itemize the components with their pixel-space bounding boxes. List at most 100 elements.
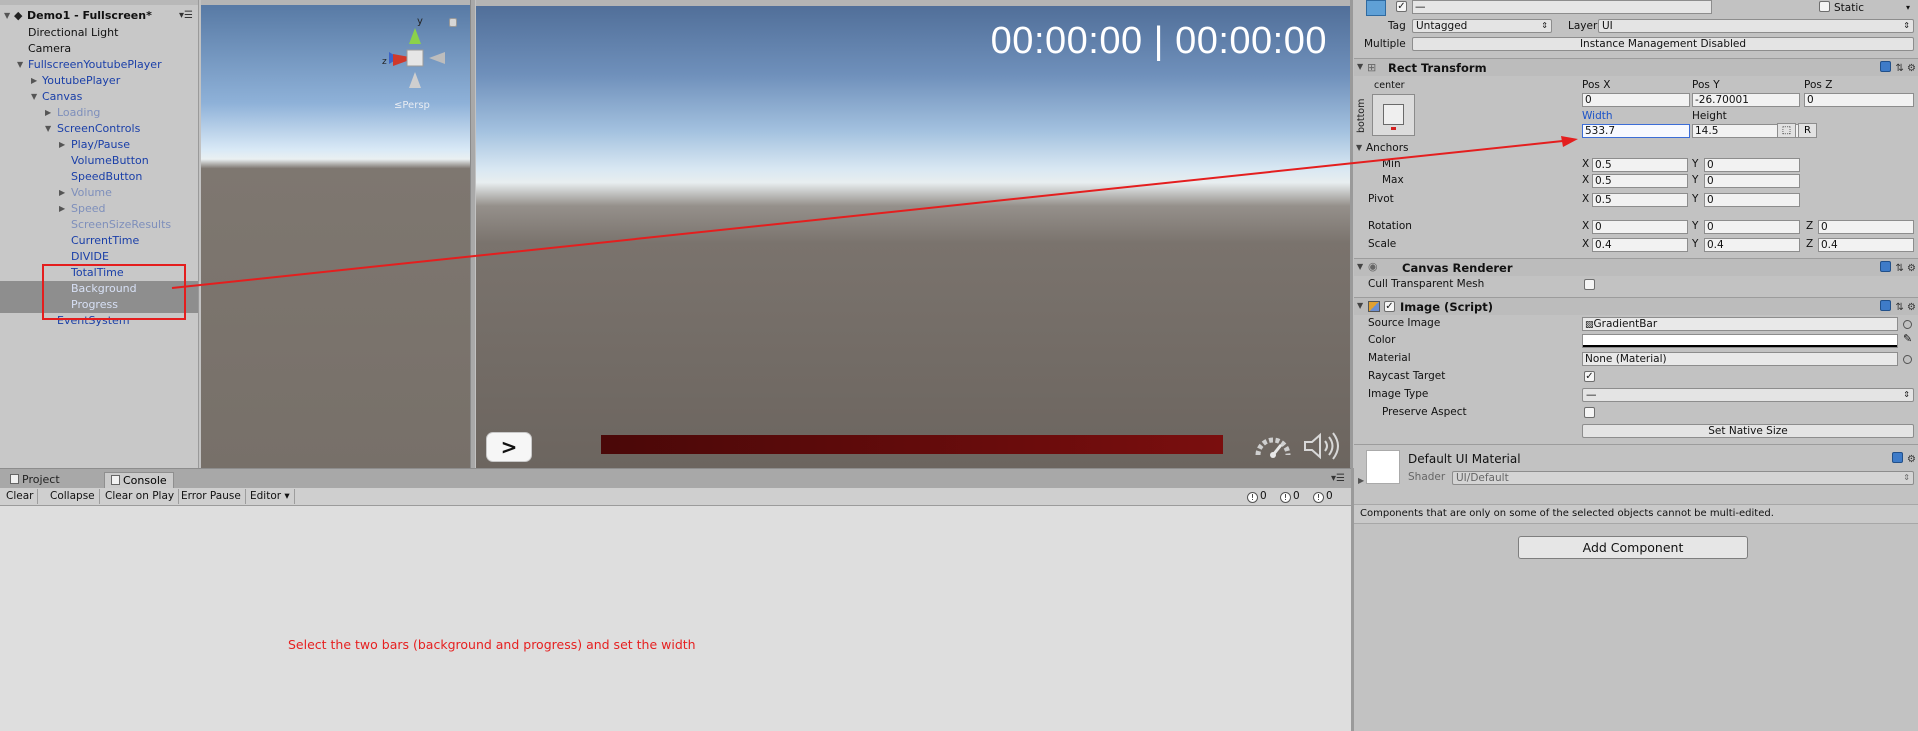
anchor-max-y-field[interactable]: 0 <box>1704 174 1800 188</box>
object-picker-icon[interactable] <box>1903 355 1912 364</box>
volume-icon[interactable] <box>1302 431 1342 461</box>
blueprint-mode-button[interactable]: ⬚ <box>1777 123 1796 138</box>
hierarchy-item[interactable]: ▶ Loading <box>0 105 198 121</box>
scene-view[interactable]: y z ≤Persp <box>201 0 471 468</box>
color-field[interactable] <box>1582 334 1898 348</box>
scale-z-field[interactable]: 0.4 <box>1818 238 1914 252</box>
collapse-button[interactable]: Collapse <box>46 489 100 504</box>
anchor-max-x-field[interactable]: 0.5 <box>1592 174 1688 188</box>
static-dropdown-icon[interactable]: ▾ <box>1906 0 1910 15</box>
pos-y-field[interactable]: -26.70001 <box>1692 93 1800 107</box>
hierarchy-item-selected[interactable]: Progress <box>0 297 198 313</box>
rect-transform-header[interactable]: ▼ ⊞ Rect Transform ⇅ ⚙ <box>1354 58 1918 76</box>
add-component-button[interactable]: Add Component <box>1518 536 1748 559</box>
hierarchy-item[interactable]: ▶ Speed <box>0 201 198 217</box>
set-native-size-button[interactable]: Set Native Size <box>1582 424 1914 438</box>
warning-count[interactable]: ! 0 <box>1280 489 1300 504</box>
scale-x-field[interactable]: 0.4 <box>1592 238 1688 252</box>
help-book-icon[interactable] <box>1880 261 1892 272</box>
scene-row[interactable]: ▼ ◆ Demo1 - Fullscreen* ▾☰ <box>0 8 198 24</box>
material-field[interactable]: None (Material) <box>1582 352 1898 366</box>
error-pause-button[interactable]: Error Pause <box>177 489 246 504</box>
hierarchy-item[interactable]: Directional Light <box>0 25 198 41</box>
rotation-y-field[interactable]: 0 <box>1704 220 1800 234</box>
clear-button[interactable]: Clear <box>2 489 39 504</box>
hierarchy-item[interactable]: Camera <box>0 41 198 57</box>
menu-icon[interactable]: ▾☰ <box>179 8 193 24</box>
orientation-gizmo-icon[interactable]: y z <box>379 14 451 94</box>
expand-triangle-icon[interactable]: ▼ <box>31 89 37 105</box>
component-header-icons[interactable]: ⇅ ⚙ <box>1880 61 1916 74</box>
hierarchy-item[interactable]: ▼ ScreenControls <box>0 121 198 137</box>
image-enabled-checkbox[interactable]: ✓ <box>1384 301 1395 312</box>
hierarchy-item[interactable]: DIVIDE <box>0 249 198 265</box>
preserve-aspect-checkbox[interactable] <box>1584 407 1595 418</box>
hierarchy-item-selected[interactable]: Background <box>0 281 198 297</box>
cull-checkbox[interactable] <box>1584 279 1595 290</box>
hierarchy-item[interactable]: ▼ FullscreenYoutubePlayer <box>0 57 198 73</box>
tab-console[interactable]: Console <box>104 472 174 489</box>
help-book-icon[interactable] <box>1880 300 1892 311</box>
pos-x-field[interactable]: 0 <box>1582 93 1690 107</box>
object-picker-icon[interactable] <box>1903 320 1912 329</box>
raw-edit-button[interactable]: R <box>1798 123 1817 138</box>
anchor-min-y-field[interactable]: 0 <box>1704 158 1800 172</box>
error-count[interactable]: ! 0 <box>1313 489 1333 504</box>
material-header-icons[interactable]: ⚙ <box>1892 452 1916 465</box>
collapse-triangle-icon[interactable]: ▶ <box>45 105 51 121</box>
panel-divider[interactable] <box>1350 0 1353 468</box>
raycast-checkbox[interactable]: ✓ <box>1584 371 1595 382</box>
component-header-icons[interactable]: ⇅ ⚙ <box>1880 261 1916 274</box>
hierarchy-item[interactable]: EventSystem <box>0 313 198 329</box>
hierarchy-item[interactable]: ▶ Volume <box>0 185 198 201</box>
expand-triangle-icon[interactable]: ▼ <box>1357 262 1363 271</box>
object-name-field[interactable]: — <box>1412 0 1712 14</box>
anchor-min-x-field[interactable]: 0.5 <box>1592 158 1688 172</box>
source-image-field[interactable]: ▧GradientBar <box>1582 317 1898 331</box>
image-script-header[interactable]: ▼ ✓ Image (Script) ⇅ ⚙ <box>1354 297 1918 315</box>
layer-dropdown[interactable]: UI ⇕ <box>1598 19 1914 33</box>
eyedropper-icon[interactable]: ✎ <box>1903 332 1912 345</box>
expand-triangle-icon[interactable]: ▼ <box>1357 301 1363 310</box>
canvas-renderer-header[interactable]: ▼ ◉ Canvas Renderer ⇅ ⚙ <box>1354 258 1918 276</box>
hierarchy-item[interactable]: SpeedButton <box>0 169 198 185</box>
editor-dropdown[interactable]: Editor ▾ <box>246 489 295 504</box>
collapse-triangle-icon[interactable]: ▶ <box>59 201 65 217</box>
expand-triangle-icon[interactable]: ▼ <box>1357 62 1363 71</box>
collapse-triangle-icon[interactable]: ▶ <box>1358 476 1364 485</box>
lock-icon[interactable] <box>449 18 457 27</box>
help-book-icon[interactable] <box>1880 61 1892 72</box>
image-type-dropdown[interactable]: — ⇕ <box>1582 388 1914 402</box>
pivot-x-field[interactable]: 0.5 <box>1592 193 1688 207</box>
hierarchy-item[interactable]: ▶ Play/Pause <box>0 137 198 153</box>
expand-triangle-icon[interactable]: ▼ <box>17 57 23 73</box>
static-checkbox[interactable] <box>1819 1 1830 12</box>
help-book-icon[interactable] <box>1892 452 1904 463</box>
collapse-triangle-icon[interactable]: ▶ <box>59 185 65 201</box>
anchor-preset-button[interactable] <box>1372 94 1415 136</box>
active-checkbox[interactable]: ✓ <box>1396 1 1407 12</box>
tag-dropdown[interactable]: Untagged ⇕ <box>1412 19 1552 33</box>
hierarchy-item[interactable]: CurrentTime <box>0 233 198 249</box>
rotation-z-field[interactable]: 0 <box>1818 220 1914 234</box>
info-count[interactable]: ! 0 <box>1247 489 1267 504</box>
menu-icon[interactable]: ▾☰ <box>1331 473 1345 484</box>
speed-gauge-icon[interactable] <box>1254 433 1292 459</box>
expand-triangle-icon[interactable]: ▼ <box>45 121 51 137</box>
hierarchy-item[interactable]: ScreenSizeResults <box>0 217 198 233</box>
shader-dropdown[interactable]: UI/Default ⇕ <box>1452 471 1914 485</box>
rotation-x-field[interactable]: 0 <box>1592 220 1688 234</box>
persp-label[interactable]: ≤Persp <box>394 100 430 111</box>
collapse-triangle-icon[interactable]: ▶ <box>59 137 65 153</box>
scale-y-field[interactable]: 0.4 <box>1704 238 1800 252</box>
tab-project[interactable]: Project <box>4 472 66 489</box>
width-field[interactable]: 533.7 <box>1582 124 1690 138</box>
progress-bar-background[interactable] <box>601 435 1223 454</box>
instance-management-button[interactable]: Instance Management Disabled <box>1412 37 1914 51</box>
pivot-y-field[interactable]: 0 <box>1704 193 1800 207</box>
game-view[interactable]: 00:00:00 | 00:00:00 > <box>476 0 1353 468</box>
expand-triangle-icon[interactable]: ▼ <box>1356 143 1362 152</box>
expand-triangle-icon[interactable]: ▼ <box>4 8 10 24</box>
collapse-triangle-icon[interactable]: ▶ <box>31 73 37 89</box>
panel-divider[interactable] <box>470 0 475 468</box>
